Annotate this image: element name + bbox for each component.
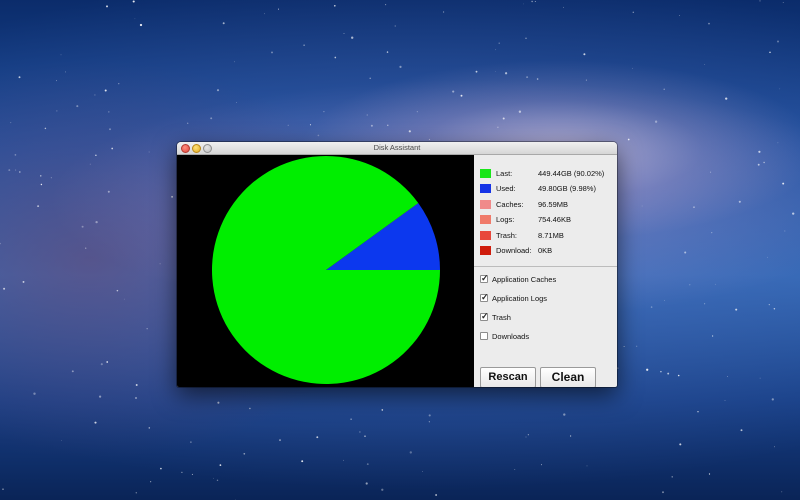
clean-button[interactable]: Clean [540,367,596,387]
checkmark-icon: ✓ [481,292,489,302]
checkbox[interactable]: ✓ [480,273,489,283]
legend-value: 96.59MB [538,200,569,209]
rescan-button[interactable]: Rescan [480,367,536,387]
legend-label: Last: [496,169,513,178]
legend-label: Trash: [496,231,517,240]
legend-swatch-caches [480,200,491,209]
legend-swatch-last [480,169,491,178]
checkbox[interactable]: ✓ [480,292,489,302]
legend-label: Logs: [496,215,515,224]
legend-value: 449.44GB (90.02%) [538,169,605,178]
legend-label: Used: [496,184,516,193]
checkbox[interactable] [480,332,488,340]
panel-divider [474,266,617,267]
window-titlebar[interactable]: Disk Assistant [177,142,617,155]
legend-label: Download: [496,246,532,255]
option-label: Downloads [492,332,530,341]
legend-swatch-logs [480,215,491,224]
legend-value: 754.46KB [538,215,571,224]
checkbox[interactable]: ✓ [480,311,489,321]
checkmark-icon: ✓ [481,273,489,283]
side-panel: Last: 449.44GB (90.02%) Used: 49.80GB (9… [474,155,617,387]
legend-value: 8.71MB [538,231,564,240]
legend-swatch-trash [480,231,491,240]
window-title: Disk Assistant [373,143,421,152]
option-label: Application Caches [492,275,557,284]
legend-swatch-download [480,246,491,255]
option-label: Application Logs [492,294,548,303]
option-label: Trash [492,313,511,322]
disk-usage-chart [177,155,474,387]
checkmark-icon: ✓ [481,311,489,321]
legend-value: 49.80GB (9.98%) [538,184,596,193]
pie-chart [211,155,440,384]
legend-swatch-used [480,184,491,193]
legend-value: 0KB [538,246,553,255]
disk-assistant-window: Disk Assistant Last: 449.44GB (90.02%) U… [177,142,617,387]
legend-label: Caches: [496,200,524,209]
